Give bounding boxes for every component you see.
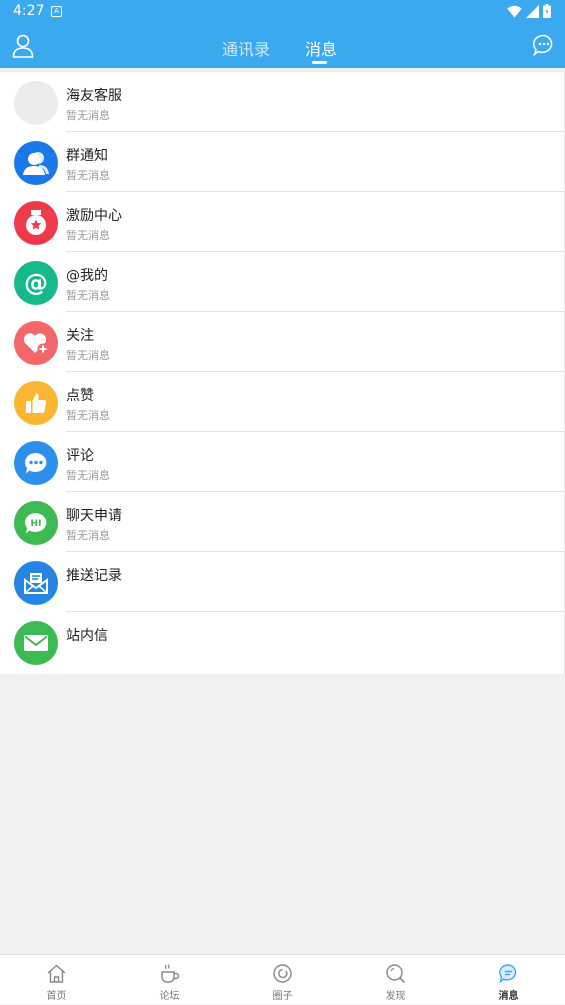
at-icon: @ [14,261,58,305]
active-tab-indicator [312,61,327,64]
discover-icon [386,964,406,984]
system-icons [507,4,551,18]
nav-circle[interactable]: 圈子 [226,955,339,1005]
message-item-group-notice[interactable]: 群通知 暂无消息 [0,132,565,192]
wifi-icon [507,5,522,17]
battery-icon [543,4,551,18]
message-item-name: @我的 [66,268,108,284]
nav-messages[interactable]: 消息 [452,955,565,1005]
nav-discover[interactable]: 发现 [339,955,452,1005]
message-item-chat-request[interactable]: HI 聊天申请 暂无消息 [0,492,565,552]
message-item-preview: 暂无消息 [66,289,110,302]
message-list: 海友客服 暂无消息 群通知 暂无消息 激励中心 暂无消息 @ @我的 暂无消息 … [0,72,565,674]
circle-icon [273,964,292,983]
thumbs-up-icon [14,381,58,425]
message-item-customer-service[interactable]: 海友客服 暂无消息 [0,72,565,132]
message-item-likes[interactable]: 点赞 暂无消息 [0,372,565,432]
message-item-follow[interactable]: 关注 暂无消息 [0,312,565,372]
chat-hi-icon: HI [14,501,58,545]
signal-icon [526,4,539,18]
message-item-name: 海友客服 [66,88,122,104]
message-item-name: 站内信 [66,628,108,644]
message-item-preview: 暂无消息 [66,529,110,542]
message-item-preview: 暂无消息 [66,409,110,422]
message-item-preview: 暂无消息 [66,169,110,182]
message-item-incentive-center[interactable]: 激励中心 暂无消息 [0,192,565,252]
message-item-name: 推送记录 [66,568,122,584]
push-mail-icon [14,561,58,605]
message-item-preview: 暂无消息 [66,109,110,122]
status-bar: 4:27 A [0,0,565,24]
home-icon [47,964,66,983]
message-item-push-records[interactable]: 推送记录 [0,552,565,612]
nav-forum[interactable]: 论坛 [113,955,226,1005]
svg-text:HI: HI [31,519,42,529]
message-item-preview: 暂无消息 [66,349,110,362]
svg-text:@: @ [24,270,48,296]
user-profile-icon[interactable] [12,34,34,58]
message-item-comments[interactable]: 评论 暂无消息 [0,432,565,492]
comment-icon [14,441,58,485]
heart-plus-icon [14,321,58,365]
notification-icon: A [51,6,62,17]
message-item-name: 聊天申请 [66,508,122,524]
message-item-name: 群通知 [66,148,108,164]
group-icon [14,141,58,185]
message-item-name: 点赞 [66,388,94,404]
chat-bubble-icon[interactable] [533,34,555,56]
message-item-name: 激励中心 [66,208,122,224]
message-item-preview: 暂无消息 [66,469,110,482]
tab-contacts[interactable]: 通讯录 [222,36,270,60]
message-item-mentions[interactable]: @ @我的 暂无消息 [0,252,565,312]
nav-label: 发现 [385,991,406,1002]
nav-label: 消息 [498,991,519,1002]
nav-label: 圈子 [272,991,293,1002]
message-item-preview: 暂无消息 [66,229,110,242]
mail-icon [14,621,58,665]
blank-avatar [14,81,58,125]
message-item-name: 关注 [66,328,94,344]
nav-label: 论坛 [159,991,180,1002]
cup-icon [161,964,180,983]
bottom-nav: 首页 论坛 圈子 发现 消息 [0,954,565,1004]
message-item-site-mail[interactable]: 站内信 [0,612,565,672]
message-item-name: 评论 [66,448,94,464]
top-header: 通讯录 消息 [0,24,565,68]
status-time: 4:27 [13,3,45,19]
message-icon [499,964,517,984]
nav-label: 首页 [46,991,67,1002]
medal-icon [14,201,58,245]
nav-home[interactable]: 首页 [0,955,113,1005]
tab-messages[interactable]: 消息 [305,36,337,60]
